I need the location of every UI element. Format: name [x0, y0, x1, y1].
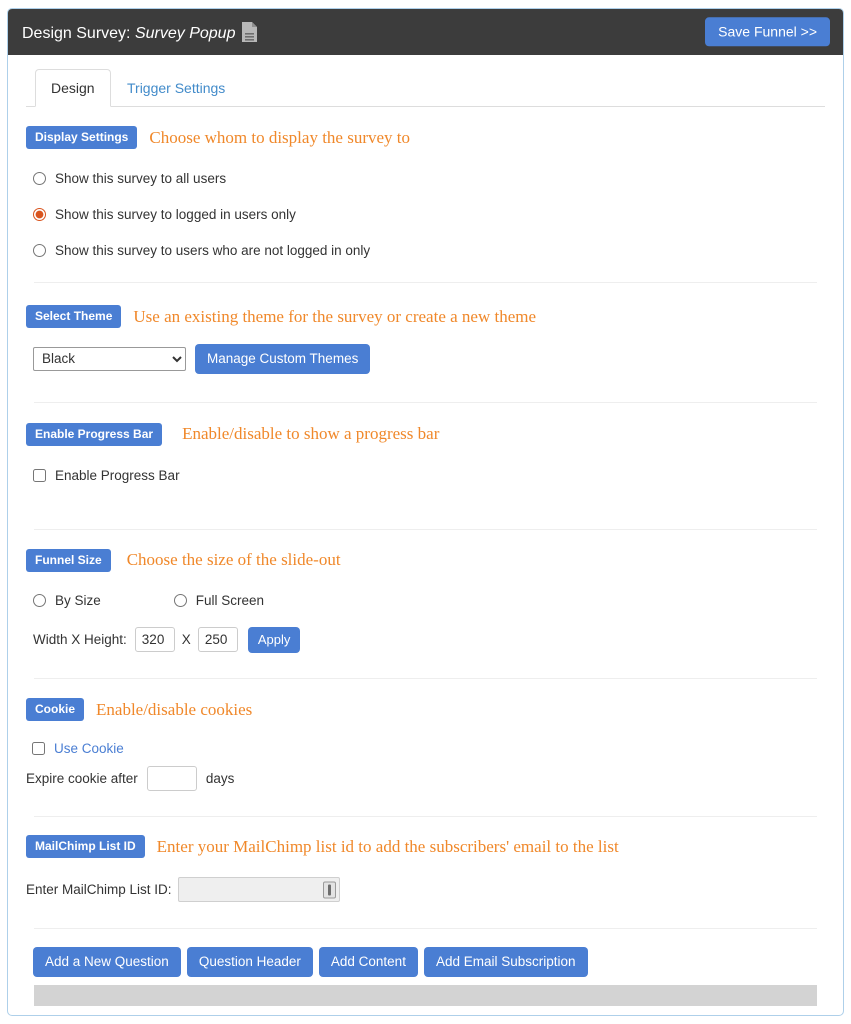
tab-bar: Design Trigger Settings	[26, 69, 825, 107]
width-input[interactable]	[135, 627, 175, 652]
add-new-question-button[interactable]: Add a New Question	[33, 947, 181, 977]
divider-3	[34, 529, 817, 530]
theme-select[interactable]: Black	[33, 347, 186, 371]
select-theme-hint: Use an existing theme for the survey or …	[133, 307, 536, 327]
radio-full-screen[interactable]	[174, 594, 187, 607]
checkbox-row-use-cookie[interactable]: Use Cookie	[26, 741, 825, 756]
add-email-subscription-button[interactable]: Add Email Subscription	[424, 947, 588, 977]
progress-bar-hint: Enable/disable to show a progress bar	[182, 424, 439, 444]
radio-row-by-size[interactable]: By Size	[26, 593, 101, 608]
size-label: Width X Height:	[33, 632, 127, 647]
select-theme-badge: Select Theme	[26, 305, 121, 328]
days-label: days	[206, 771, 235, 786]
height-input[interactable]	[198, 627, 238, 652]
add-content-button[interactable]: Add Content	[319, 947, 418, 977]
tab-design[interactable]: Design	[35, 69, 111, 107]
checkbox-label-enable-progress-bar: Enable Progress Bar	[55, 468, 180, 483]
radio-all-users[interactable]	[33, 172, 46, 185]
cookie-badge: Cookie	[26, 698, 84, 721]
divider-5	[34, 816, 817, 817]
save-funnel-top-button[interactable]: Save Funnel >>	[705, 17, 830, 46]
radio-row-full-screen[interactable]: Full Screen	[167, 593, 264, 608]
checkbox-enable-progress-bar[interactable]	[33, 469, 46, 482]
checkbox-label-use-cookie: Use Cookie	[54, 741, 124, 756]
radio-by-size[interactable]	[33, 594, 46, 607]
section-progress-bar: Enable Progress Bar Enable/disable to sh…	[26, 423, 825, 483]
section-mailchimp: MailChimp List ID Enter your MailChimp l…	[26, 835, 825, 902]
key-icon[interactable]	[323, 881, 336, 898]
tab-trigger-settings[interactable]: Trigger Settings	[111, 69, 241, 107]
expire-cookie-label: Expire cookie after	[26, 771, 138, 786]
mailchimp-badge: MailChimp List ID	[26, 835, 145, 858]
theme-controls: Black Manage Custom Themes	[26, 344, 825, 374]
page-title-prefix: Design Survey:	[22, 25, 131, 42]
radio-label-logged-in-users: Show this survey to logged in users only	[55, 207, 296, 222]
window-titlebar: Design Survey: Survey Popup Save Funnel …	[8, 9, 843, 55]
manage-custom-themes-button[interactable]: Manage Custom Themes	[195, 344, 370, 374]
add-buttons-row: Add a New Question Question Header Add C…	[26, 947, 825, 977]
checkbox-row-progress-bar[interactable]: Enable Progress Bar	[26, 468, 825, 483]
apply-size-button[interactable]: Apply	[248, 627, 301, 654]
cookie-header: Cookie Enable/disable cookies	[26, 698, 825, 721]
funnel-size-dimensions: Width X Height: X Apply	[26, 627, 825, 654]
radio-label-full-screen: Full Screen	[196, 593, 264, 608]
radio-label-all-users: Show this survey to all users	[55, 171, 226, 186]
progress-bar-header: Enable Progress Bar Enable/disable to sh…	[26, 423, 825, 446]
cookie-expiry-row: Expire cookie after days	[26, 766, 825, 791]
display-settings-badge: Display Settings	[26, 126, 137, 149]
section-display-settings: Display Settings Choose whom to display …	[26, 126, 825, 258]
mailchimp-input-label: Enter MailChimp List ID:	[26, 882, 172, 897]
mailchimp-hint: Enter your MailChimp list id to add the …	[157, 837, 619, 857]
radio-label-not-logged-in-users: Show this survey to users who are not lo…	[55, 243, 370, 258]
size-separator: X	[182, 632, 191, 647]
mailchimp-list-id-input[interactable]	[178, 877, 340, 902]
progress-bar-badge: Enable Progress Bar	[26, 423, 162, 446]
survey-design-panel: Design Survey: Survey Popup Save Funnel …	[7, 8, 844, 1016]
divider-4	[34, 678, 817, 679]
select-theme-header: Select Theme Use an existing theme for t…	[26, 305, 825, 328]
funnel-size-header: Funnel Size Choose the size of the slide…	[26, 549, 825, 572]
radio-row-all-users[interactable]: Show this survey to all users	[26, 171, 825, 186]
display-settings-hint: Choose whom to display the survey to	[149, 128, 410, 148]
expire-days-input[interactable]	[147, 766, 197, 791]
page-title: Design Survey: Survey Popup	[22, 21, 258, 43]
cookie-hint: Enable/disable cookies	[96, 700, 252, 720]
radio-row-not-logged-in-users[interactable]: Show this survey to users who are not lo…	[26, 243, 825, 258]
divider-1	[34, 282, 817, 283]
radio-logged-in-users[interactable]	[33, 208, 46, 221]
display-settings-header: Display Settings Choose whom to display …	[26, 126, 825, 149]
app-window: Design Survey: Survey Popup Save Funnel …	[0, 0, 851, 1024]
questions-placeholder-bar	[34, 985, 817, 1006]
checkbox-use-cookie[interactable]	[32, 742, 45, 755]
funnel-size-options: By Size Full Screen	[26, 593, 825, 608]
radio-label-by-size: By Size	[55, 593, 101, 608]
section-select-theme: Select Theme Use an existing theme for t…	[26, 305, 825, 374]
design-form: Display Settings Choose whom to display …	[8, 126, 843, 1016]
divider-2	[34, 402, 817, 403]
mailchimp-field-wrapper	[178, 877, 340, 902]
page-title-name: Survey Popup	[135, 25, 236, 42]
section-cookie: Cookie Enable/disable cookies Use Cookie…	[26, 698, 825, 791]
mailchimp-input-row: Enter MailChimp List ID:	[26, 877, 825, 902]
radio-row-logged-in-users[interactable]: Show this survey to logged in users only	[26, 207, 825, 222]
divider-6	[34, 928, 817, 929]
radio-not-logged-in-users[interactable]	[33, 244, 46, 257]
funnel-size-badge: Funnel Size	[26, 549, 111, 572]
funnel-size-hint: Choose the size of the slide-out	[127, 550, 341, 570]
document-icon	[241, 21, 258, 43]
section-funnel-size: Funnel Size Choose the size of the slide…	[26, 549, 825, 654]
question-header-button[interactable]: Question Header	[187, 947, 313, 977]
mailchimp-header: MailChimp List ID Enter your MailChimp l…	[26, 835, 825, 858]
